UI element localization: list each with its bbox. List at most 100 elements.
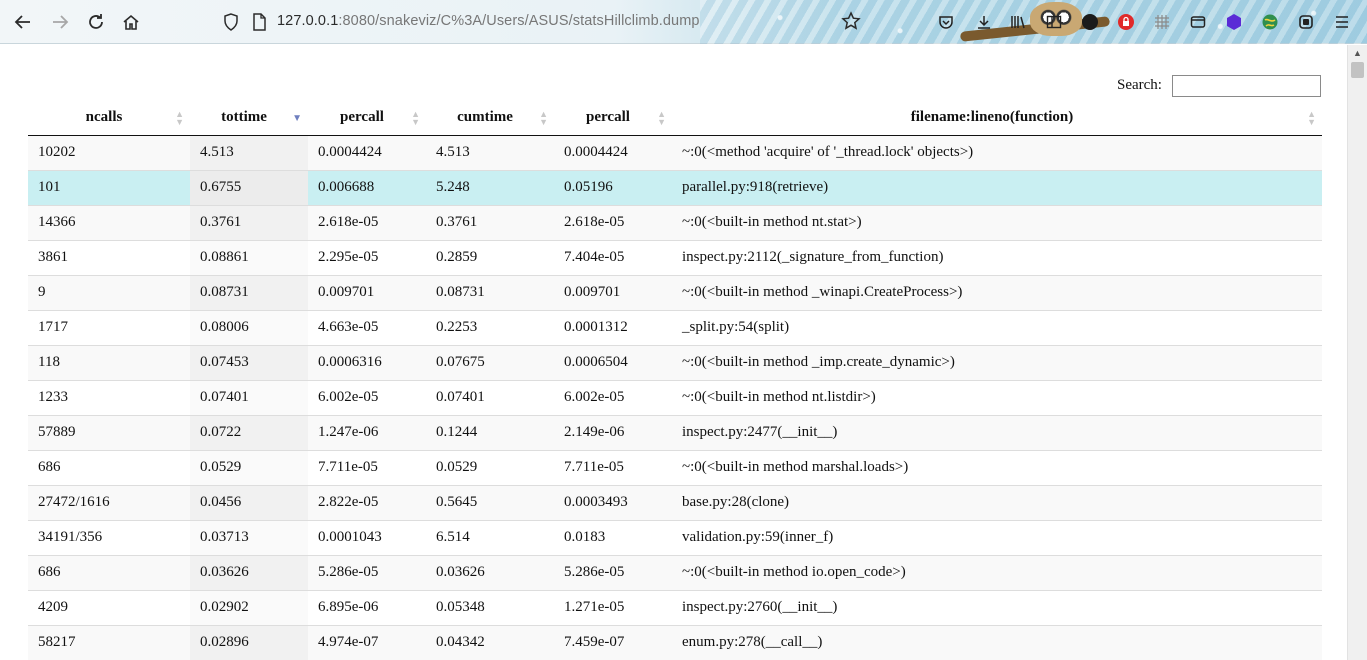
cell-ncalls: 10202 bbox=[28, 134, 190, 170]
cell-percall-cumulative: 0.0003493 bbox=[554, 484, 672, 520]
cell-cumtime: 0.3761 bbox=[426, 204, 554, 240]
reload-icon[interactable] bbox=[83, 9, 109, 35]
cell-percall-cumulative: 5.286e-05 bbox=[554, 554, 672, 590]
cell-filename: ~:0(<built-in method marshal.loads>) bbox=[672, 449, 1322, 485]
cell-cumtime: 0.07401 bbox=[426, 379, 554, 415]
extension-grid-icon[interactable] bbox=[1152, 12, 1172, 32]
cell-tottime: 0.07401 bbox=[190, 379, 308, 415]
cell-ncalls: 14366 bbox=[28, 204, 190, 240]
cell-tottime: 0.08861 bbox=[190, 239, 308, 275]
cell-tottime: 0.08731 bbox=[190, 274, 308, 310]
column-header-ncalls[interactable]: ncalls ▲ ▼ bbox=[28, 101, 190, 136]
cell-ncalls: 57889 bbox=[28, 414, 190, 450]
forward-arrow-icon[interactable] bbox=[47, 9, 73, 35]
column-header-label: ncalls bbox=[85, 109, 123, 126]
cell-tottime: 4.513 bbox=[190, 134, 308, 170]
cell-percall-cumulative: 7.459e-07 bbox=[554, 624, 672, 660]
cell-percall: 0.0006316 bbox=[308, 344, 426, 380]
pocket-icon[interactable] bbox=[936, 12, 956, 32]
search-input[interactable] bbox=[1172, 75, 1321, 97]
library-icon[interactable] bbox=[1008, 12, 1028, 32]
column-header-tottime[interactable]: tottime ▼ bbox=[190, 101, 308, 136]
cell-percall: 7.711e-05 bbox=[308, 449, 426, 485]
cell-ncalls: 58217 bbox=[28, 624, 190, 660]
table-row[interactable]: 3861 0.08861 2.295e-05 0.2859 7.404e-05 inspe… bbox=[28, 239, 1322, 275]
cell-tottime: 0.3761 bbox=[190, 204, 308, 240]
browser-toolbar: 127.0.0.1:8080/snakeviz/C%3A/Users/ASUS/… bbox=[0, 0, 1367, 44]
cell-cumtime: 0.0529 bbox=[426, 449, 554, 485]
cell-ncalls: 101 bbox=[28, 169, 190, 205]
scroll-up-arrow-icon[interactable]: ▲ bbox=[1353, 48, 1362, 58]
cell-ncalls: 686 bbox=[28, 554, 190, 590]
cell-filename: ~:0(<built-in method nt.stat>) bbox=[672, 204, 1322, 240]
hamburger-menu-icon[interactable] bbox=[1332, 12, 1352, 32]
table-row[interactable]: 1717 0.08006 4.663e-05 0.2253 0.0001312 _spli… bbox=[28, 309, 1322, 345]
cell-percall-cumulative: 0.05196 bbox=[554, 169, 672, 205]
sort-arrows-icon: ▲ ▼ bbox=[657, 109, 666, 127]
cell-tottime: 0.02896 bbox=[190, 624, 308, 660]
sort-arrows-icon: ▲ ▼ bbox=[175, 109, 184, 127]
cell-percall: 0.009701 bbox=[308, 274, 426, 310]
sort-arrows-icon: ▲ ▼ bbox=[411, 109, 420, 127]
cell-filename: ~:0(<method 'acquire' of '_thread.lock' … bbox=[672, 134, 1322, 170]
search-label: Search: bbox=[1117, 77, 1162, 93]
table-row[interactable]: 57889 0.0722 1.247e-06 0.1244 2.149e-06 inspe… bbox=[28, 414, 1322, 450]
table-row[interactable]: 34191/356 0.03713 0.0001043 6.514 0.0183 vali… bbox=[28, 519, 1322, 555]
table-row[interactable]: 1233 0.07401 6.002e-05 0.07401 6.002e-05 ~:0(… bbox=[28, 379, 1322, 415]
cell-tottime: 0.0529 bbox=[190, 449, 308, 485]
scrollbar-thumb[interactable] bbox=[1351, 62, 1364, 78]
page-info-icon[interactable] bbox=[246, 9, 272, 35]
sort-arrows-icon: ▲ ▼ bbox=[1307, 109, 1316, 127]
page-scrollbar[interactable]: ▲ bbox=[1347, 45, 1367, 660]
cell-tottime: 0.02902 bbox=[190, 589, 308, 625]
table-row[interactable]: 118 0.07453 0.0006316 0.07675 0.0006504 ~:0(<… bbox=[28, 344, 1322, 380]
extension-globe-icon[interactable] bbox=[1260, 12, 1280, 32]
address-bar[interactable]: 127.0.0.1:8080/snakeviz/C%3A/Users/ASUS/… bbox=[277, 13, 700, 29]
cell-tottime: 0.6755 bbox=[190, 169, 308, 205]
shield-icon[interactable] bbox=[218, 9, 244, 35]
extension-dark-circle-icon[interactable] bbox=[1080, 12, 1100, 32]
cell-percall-cumulative: 0.0004424 bbox=[554, 134, 672, 170]
download-icon[interactable] bbox=[974, 12, 994, 32]
extension-red-lock-icon[interactable] bbox=[1116, 12, 1136, 32]
cell-filename: ~:0(<built-in method _winapi.CreateProce… bbox=[672, 274, 1322, 310]
cell-percall: 1.247e-06 bbox=[308, 414, 426, 450]
cell-ncalls: 686 bbox=[28, 449, 190, 485]
table-header-row: ncalls ▲ ▼ tottime ▼ percall ▲ ▼ cumtime ▲ ▼ pe… bbox=[28, 101, 1322, 136]
table-row[interactable]: 686 0.0529 7.711e-05 0.0529 7.711e-05 ~:0(<bu… bbox=[28, 449, 1322, 485]
cell-filename: parallel.py:918(retrieve) bbox=[672, 169, 1322, 205]
cell-percall-cumulative: 6.002e-05 bbox=[554, 379, 672, 415]
table-row[interactable]: 9 0.08731 0.009701 0.08731 0.009701 ~:0(<buil… bbox=[28, 274, 1322, 310]
column-header-cumtime[interactable]: cumtime ▲ ▼ bbox=[426, 101, 554, 136]
table-row[interactable]: 101 0.6755 0.006688 5.248 0.05196 parallel.py… bbox=[28, 169, 1322, 205]
cell-percall-cumulative: 0.0001312 bbox=[554, 309, 672, 345]
cell-filename: validation.py:59(inner_f) bbox=[672, 519, 1322, 555]
table-row[interactable]: 27472/1616 0.0456 2.822e-05 0.5645 0.0003493… bbox=[28, 484, 1322, 520]
table-row[interactable]: 4209 0.02902 6.895e-06 0.05348 1.271e-05 insp… bbox=[28, 589, 1322, 625]
column-header-percall[interactable]: percall ▲ ▼ bbox=[308, 101, 426, 136]
bookmark-star-icon[interactable] bbox=[838, 8, 864, 34]
extension-purple-cube-icon[interactable] bbox=[1224, 12, 1244, 32]
sidebar-icon[interactable] bbox=[1044, 12, 1064, 32]
cell-percall: 2.822e-05 bbox=[308, 484, 426, 520]
home-icon[interactable] bbox=[118, 9, 144, 35]
cell-ncalls: 3861 bbox=[28, 239, 190, 275]
table-row[interactable]: 686 0.03626 5.286e-05 0.03626 5.286e-05 ~:0(<… bbox=[28, 554, 1322, 590]
column-header-label: tottime bbox=[221, 109, 267, 126]
cell-percall: 2.295e-05 bbox=[308, 239, 426, 275]
back-arrow-icon[interactable] bbox=[10, 9, 36, 35]
snakeviz-page: Search: ncalls ▲ ▼ tottime ▼ percall ▲ ▼ cumt… bbox=[0, 45, 1347, 660]
cell-ncalls: 27472/1616 bbox=[28, 484, 190, 520]
table-row[interactable]: 58217 0.02896 4.974e-07 0.04342 7.459e-07 enu… bbox=[28, 624, 1322, 660]
column-header-percall-cumulative[interactable]: percall ▲ ▼ bbox=[554, 101, 672, 136]
extension-wallet-icon[interactable] bbox=[1188, 12, 1208, 32]
cell-cumtime: 0.5645 bbox=[426, 484, 554, 520]
table-body: 10202 4.513 0.0004424 4.513 0.0004424 ~:0(<me… bbox=[28, 134, 1322, 660]
table-row[interactable]: 14366 0.3761 2.618e-05 0.3761 2.618e-05 ~:0(<… bbox=[28, 204, 1322, 240]
table-row[interactable]: 10202 4.513 0.0004424 4.513 0.0004424 ~:0(<me… bbox=[28, 134, 1322, 170]
column-header-filename[interactable]: filename:lineno(function) ▲ ▼ bbox=[672, 101, 1322, 136]
cell-ncalls: 1233 bbox=[28, 379, 190, 415]
extension-tab-icon[interactable] bbox=[1296, 12, 1316, 32]
url-path: :8080/snakeviz/C%3A/Users/ASUS/statsHill… bbox=[338, 13, 700, 29]
stats-table: ncalls ▲ ▼ tottime ▼ percall ▲ ▼ cumtime ▲ ▼ pe… bbox=[28, 101, 1322, 660]
